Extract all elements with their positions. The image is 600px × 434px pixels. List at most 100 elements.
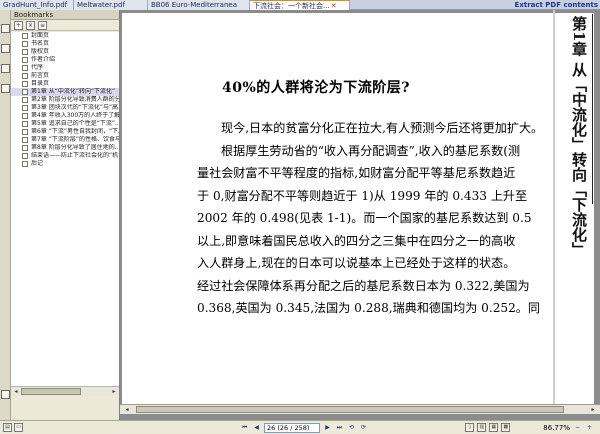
first-page-icon[interactable]: ⏮	[240, 423, 249, 432]
bookmark-page-icon	[22, 81, 28, 87]
attachments-icon[interactable]	[1, 64, 10, 73]
tab-label: GradHunt_Info.pdf	[3, 1, 68, 9]
page-navigation: ⏮ ◀ 26 (26 / 258) ▶ ⏭ ⟲ ⟳	[120, 422, 465, 433]
continuous-icon[interactable]: ▥	[477, 423, 487, 432]
bookmark-page-icon	[22, 33, 28, 39]
extract-pdf-contents-link[interactable]: Extract PDF contents	[515, 0, 600, 9]
bookmark-item[interactable]: 目录页	[11, 80, 119, 88]
bookmark-item[interactable]: 第2章 阶层分化导致消费人群的分...	[11, 96, 119, 104]
scrollbar-thumb[interactable]	[136, 406, 564, 413]
go-back-icon[interactable]: ⟲	[347, 423, 356, 432]
bookmark-page-icon	[22, 161, 28, 167]
zoom-controls: ▯ ▥ ▦ ▩ 86.77% − +	[465, 423, 600, 432]
document-tab-strip: GradHunt_Info.pdf Meltwater.pdf BB06 Eur…	[0, 0, 600, 10]
bookmark-page-icon	[22, 49, 28, 55]
bookmark-item[interactable]: 书名页	[11, 40, 119, 48]
bookmark-item[interactable]: 版权页	[11, 48, 119, 56]
options-icon[interactable]: ▤	[3, 423, 12, 432]
bookmark-page-icon	[22, 137, 28, 143]
running-title-rule	[592, 14, 593, 204]
page-size-icon[interactable]: ▭	[14, 423, 23, 432]
bookmarks-toolbar: + × ≡	[11, 20, 119, 31]
document-horizontal-scrollbar[interactable]: ◂ ▸	[120, 404, 600, 414]
tab-gradhunt[interactable]: GradHunt_Info.pdf	[0, 0, 74, 10]
close-tab-icon[interactable]: ✕	[330, 1, 338, 10]
zoom-in-icon[interactable]: +	[585, 423, 594, 432]
text-line: 0.368,英国为 0.345,法国为 0.288,瑞典和德国均为 0.252。…	[197, 301, 540, 315]
bookmark-label: 封面页	[31, 32, 50, 39]
bookmark-page-icon	[22, 113, 28, 119]
bookmarks-header: Bookmarks	[11, 10, 119, 20]
bookmark-item[interactable]: 第4章 年收入300万的人终于了解...	[11, 112, 119, 120]
text-line: 入人群身上,现在的日本可以说基本上已经处于这样的状态。	[197, 256, 516, 270]
bookmark-item[interactable]: 第8章 阶层分化导致了居住地的...	[11, 144, 119, 152]
bookmark-item[interactable]: 第7章 “下流阶层”的性格、饮食与...	[11, 136, 119, 144]
delete-bookmark-icon[interactable]: ×	[26, 21, 35, 30]
bookmark-item[interactable]: 封面页	[11, 32, 119, 40]
tab-active-document[interactable]: 下流社会：一个新社会...✕	[250, 0, 350, 10]
bookmark-label: 书名页	[31, 40, 50, 47]
bookmark-label: 第8章 阶层分化导致了居住地的...	[31, 144, 119, 151]
bookmark-label: 第2章 阶层分化导致消费人群的分...	[31, 96, 119, 103]
comments-icon[interactable]	[1, 84, 10, 93]
section-heading: 40%的人群将沦为下流阶层?	[222, 80, 410, 96]
bookmark-page-icon	[22, 57, 28, 63]
new-bookmark-icon[interactable]: +	[14, 21, 23, 30]
last-page-icon[interactable]: ⏭	[335, 423, 344, 432]
tab-label: 下流社会：一个新社会...	[253, 2, 330, 10]
scroll-left-icon[interactable]: ◂	[122, 405, 132, 414]
bookmark-label: 版权页	[31, 48, 50, 55]
text-line: 2002 年的 0.498(见表 1-1)。而一个国家的基尼系数达到 0.5	[197, 211, 532, 225]
panel-icon-strip	[0, 10, 11, 420]
status-left-tools: ▤ ▭	[0, 421, 120, 434]
status-bar: ▤ ▭ ⏮ ◀ 26 (26 / 258) ▶ ⏭ ⟲ ⟳ ▯ ▥ ▦ ▩ 86…	[0, 420, 600, 434]
pages-icon[interactable]	[1, 24, 10, 33]
bookmark-item[interactable]: 后记	[11, 160, 119, 168]
bookmark-options-icon[interactable]: ≡	[38, 21, 47, 30]
help-icon[interactable]	[1, 390, 10, 399]
bookmark-item[interactable]: 第6章 “下流”男性自我封闭，“下...	[11, 128, 119, 136]
facing-pages-icon[interactable]: ▦	[489, 423, 499, 432]
bookmark-label: 结束语——防止下流社会化的“机会...	[31, 152, 119, 159]
bookmark-item[interactable]: 作者介绍	[11, 56, 119, 64]
bookmark-label: 第7章 “下流阶层”的性格、饮食与...	[31, 136, 119, 143]
zoom-out-icon[interactable]: −	[573, 423, 582, 432]
bookmark-item[interactable]: 代序	[11, 64, 119, 72]
bookmark-label: 作者介绍	[31, 56, 56, 63]
bookmark-page-icon	[22, 73, 28, 79]
bookmark-page-icon	[22, 65, 28, 71]
single-page-icon[interactable]: ▯	[465, 423, 475, 432]
bookmark-item[interactable]: 前言页	[11, 72, 119, 80]
tab-bb06[interactable]: BB06 Euro-Mediterranea	[148, 0, 250, 10]
bookmark-page-icon	[22, 145, 28, 151]
tab-meltwater[interactable]: Meltwater.pdf	[74, 0, 148, 10]
zoom-level[interactable]: 86.77%	[513, 424, 570, 432]
bookmark-item[interactable]: 结束语——防止下流社会化的“机会...	[11, 152, 119, 160]
chapter-running-title: 第1章 从「中流化」转向「下流化」	[570, 16, 588, 257]
bookmark-item[interactable]: 第5章 追求自己的个性是“下流”...	[11, 120, 119, 128]
scroll-right-icon[interactable]: ▸	[588, 405, 598, 414]
body-text: 现今,日本的贫富分化正在拉大,有人预测今后还将更加扩大。 根据厚生劳动省的“收入…	[197, 117, 542, 320]
previous-page-icon[interactable]: ◀	[252, 423, 261, 432]
bookmark-label: 第5章 追求自己的个性是“下流”...	[31, 120, 119, 127]
bookmark-item[interactable]: 第3章 团块次代的“下流化”与“高...	[11, 104, 119, 112]
go-forward-icon[interactable]: ⟳	[359, 423, 368, 432]
bookmarks-icon[interactable]	[1, 44, 10, 53]
bookmark-label: 第3章 团块次代的“下流化”与“高...	[31, 104, 119, 111]
scrollbar-thumb[interactable]	[21, 388, 81, 395]
bookmark-label: 代序	[31, 64, 44, 71]
bookmark-item-selected[interactable]: 第1章 从“中流化”转向“下流化”	[11, 88, 119, 96]
next-page-icon[interactable]: ▶	[323, 423, 332, 432]
scroll-left-icon[interactable]: ◂	[12, 388, 20, 395]
tab-label: Meltwater.pdf	[77, 1, 125, 9]
scroll-right-icon[interactable]: ▸	[110, 388, 118, 395]
bookmark-label: 前言页	[31, 72, 50, 79]
page-number-field[interactable]: 26 (26 / 258)	[264, 422, 320, 433]
bookmark-page-icon	[22, 153, 28, 159]
bookmark-tree: 封面页 书名页 版权页 作者介绍 代序 前言页 目录页 第1章 从“中流化”转向…	[11, 32, 119, 386]
text-line: 于 0,财富分配不平等则趋近于 1)从 1999 年的 0.433 上升至	[197, 188, 528, 203]
continuous-facing-icon[interactable]: ▩	[501, 423, 511, 432]
bookmark-label: 后记	[31, 160, 44, 167]
bookmarks-horizontal-scrollbar[interactable]: ◂ ▸	[11, 386, 119, 396]
text-line: 以上,即意味着国民总收入的四分之三集中在四分之一的高收	[197, 233, 516, 248]
